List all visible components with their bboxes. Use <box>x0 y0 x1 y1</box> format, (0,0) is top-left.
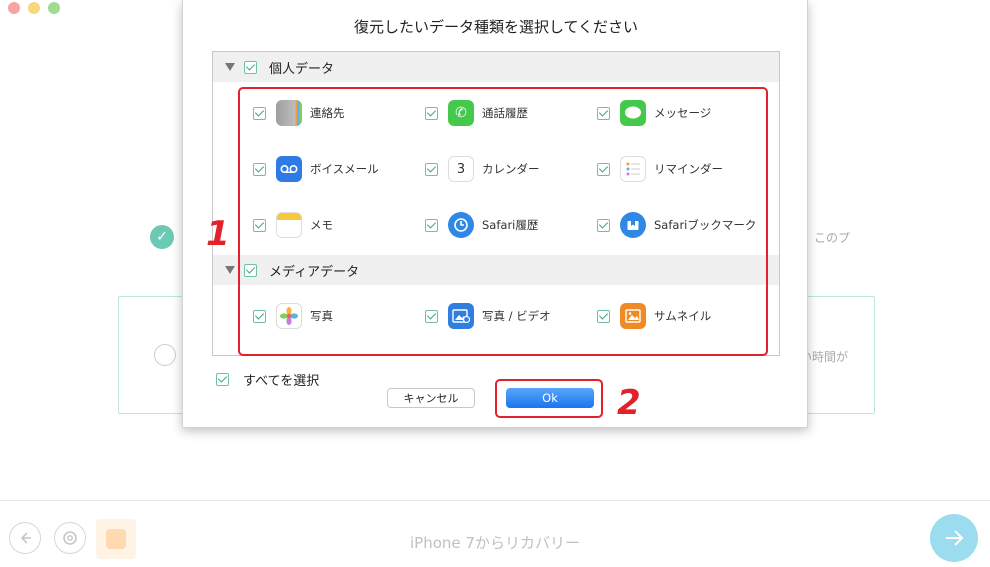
disclosure-triangle-icon[interactable] <box>225 266 235 274</box>
list-item-voicemail[interactable]: ボイスメール <box>253 156 379 182</box>
close-window-button[interactable] <box>8 2 20 14</box>
item-checkbox[interactable] <box>425 106 438 120</box>
next-button[interactable] <box>930 514 978 562</box>
cancel-button[interactable]: キャンセル <box>387 388 475 408</box>
list-item-calendar[interactable]: 3 カレンダー <box>425 156 540 182</box>
item-label: 写真 / ビデオ <box>482 309 551 323</box>
item-checkbox[interactable] <box>425 309 438 323</box>
item-label: メッセージ <box>654 106 712 120</box>
item-checkbox[interactable] <box>597 218 610 232</box>
item-label: 連絡先 <box>310 106 345 120</box>
ok-button[interactable]: Ok <box>506 388 594 408</box>
phone-icon: ✆ <box>448 100 474 126</box>
recovery-option-radio[interactable] <box>154 344 176 366</box>
item-label: Safari履歴 <box>482 218 539 232</box>
section-header-personal: 個人データ <box>213 52 779 82</box>
item-label: サムネイル <box>654 309 712 323</box>
item-checkbox[interactable] <box>253 309 266 323</box>
notes-icon <box>276 212 302 238</box>
window-controls <box>8 2 60 14</box>
select-all-checkbox[interactable] <box>216 373 229 386</box>
section-header-media: メディアデータ <box>213 255 779 285</box>
voicemail-icon <box>276 156 302 182</box>
select-all-option[interactable]: すべてを選択 <box>216 370 319 389</box>
arrow-right-icon <box>946 530 964 546</box>
messages-icon <box>620 100 646 126</box>
list-item-thumbnails[interactable]: サムネイル <box>597 303 711 329</box>
dialog-title: 復元したいデータ種類を選択してください <box>353 18 639 36</box>
photos-icon <box>276 303 302 329</box>
zoom-window-button[interactable] <box>48 2 60 14</box>
bottom-divider <box>0 500 990 501</box>
list-item-photo-video[interactable]: 写真 / ビデオ <box>425 303 551 329</box>
minimize-window-button[interactable] <box>28 2 40 14</box>
item-checkbox[interactable] <box>597 309 610 323</box>
media-data-checkbox[interactable] <box>244 263 257 277</box>
personal-data-checkbox[interactable] <box>244 60 257 74</box>
list-item-photos[interactable]: 写真 <box>253 303 333 329</box>
list-item-call-history[interactable]: ✆ 通話履歴 <box>425 100 528 126</box>
annotation-number-1: 1 <box>206 214 230 254</box>
section-label: 個人データ <box>269 61 335 77</box>
item-checkbox[interactable] <box>425 162 438 176</box>
item-label: カレンダー <box>482 162 540 176</box>
list-item-safari-history[interactable]: Safari履歴 <box>425 212 538 238</box>
calendar-icon: 3 <box>448 156 474 182</box>
item-label: Safariブックマーク <box>654 218 757 232</box>
list-item-messages[interactable]: メッセージ <box>597 100 711 126</box>
list-item-contacts[interactable]: 連絡先 <box>253 100 345 126</box>
data-type-list: 個人データ 連絡先 ✆ 通話履歴 メッセージ ボイスメール 3 カレンダー リマ… <box>212 51 780 356</box>
item-checkbox[interactable] <box>253 106 266 120</box>
thumbnail-icon <box>620 303 646 329</box>
reminders-icon <box>620 156 646 182</box>
data-type-dialog: 復元したいデータ種類を選択してください 個人データ 連絡先 ✆ 通話履歴 メッセ… <box>182 0 808 428</box>
annotation-number-2: 2 <box>617 383 641 423</box>
contacts-icon <box>276 100 302 126</box>
item-label: 写真 <box>310 309 333 323</box>
list-item-safari-bookmarks[interactable]: Safariブックマーク <box>597 212 756 238</box>
item-checkbox[interactable] <box>597 162 610 176</box>
background-text-1: このプ <box>814 231 851 245</box>
list-item-notes[interactable]: メモ <box>253 212 333 238</box>
photo-video-icon <box>448 303 474 329</box>
safari-icon <box>448 212 474 238</box>
item-label: リマインダー <box>654 162 723 176</box>
item-label: 通話履歴 <box>482 106 528 120</box>
list-item-reminders[interactable]: リマインダー <box>597 156 723 182</box>
disclosure-triangle-icon[interactable] <box>225 63 235 71</box>
item-checkbox[interactable] <box>425 218 438 232</box>
item-checkbox[interactable] <box>253 218 266 232</box>
item-label: ボイスメール <box>310 162 379 176</box>
section-label: メディアデータ <box>269 264 360 280</box>
item-checkbox[interactable] <box>253 162 266 176</box>
device-title: iPhone 7からリカバリー <box>410 534 580 552</box>
item-label: メモ <box>310 218 333 232</box>
bookmark-icon <box>620 212 646 238</box>
select-all-label: すべてを選択 <box>243 374 320 389</box>
completed-step-check-icon: ✓ <box>150 225 174 249</box>
item-checkbox[interactable] <box>597 106 610 120</box>
